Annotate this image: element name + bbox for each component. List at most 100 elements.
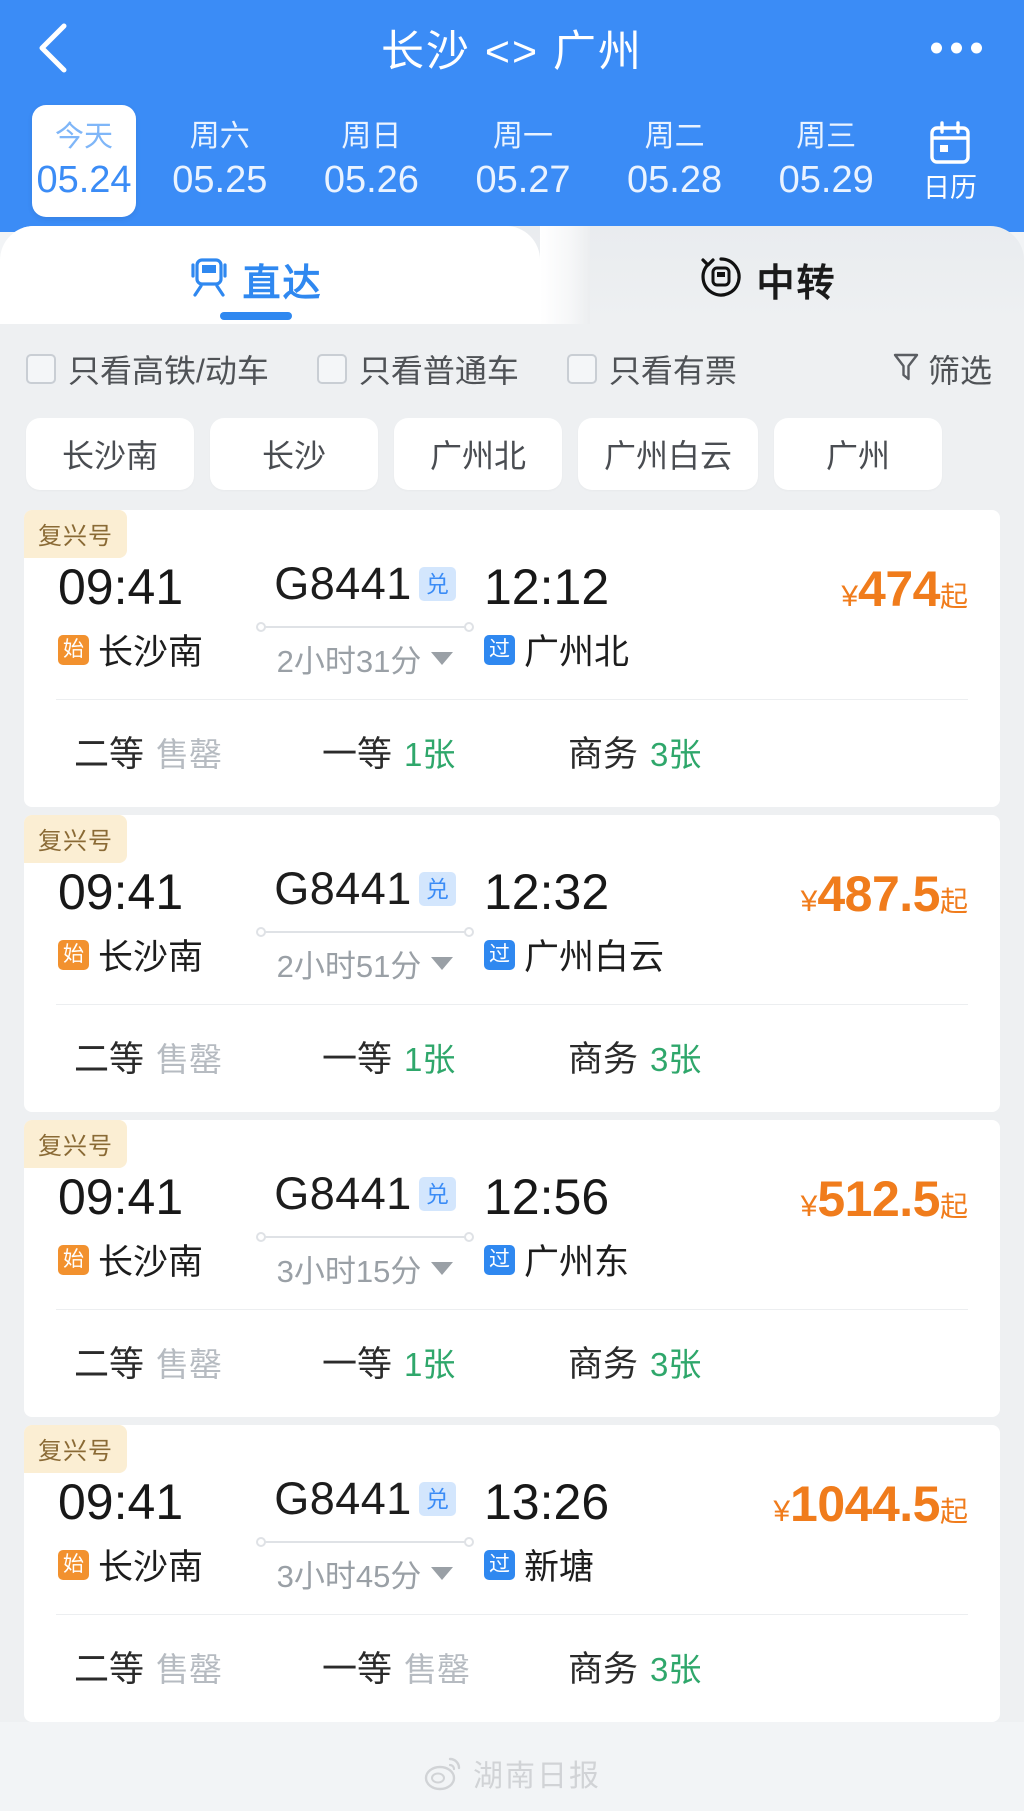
station-chip-2[interactable]: 广州北: [394, 418, 562, 490]
arrival-time: 12:12: [484, 559, 610, 615]
chevron-down-icon[interactable]: [431, 652, 454, 665]
arrival-station-line: 过 广州东: [484, 1234, 728, 1285]
departure-station-name: 长沙南: [98, 1243, 204, 1282]
station-chip-3[interactable]: 广州白云: [578, 418, 759, 490]
seat-first-class[interactable]: 一等 售罄: [322, 1641, 568, 1692]
checkbox-highspeed-label: 只看高铁/动车: [68, 353, 269, 389]
seat-row: 二等 售罄 一等 1张 商务 3张: [24, 1005, 1000, 1110]
checkbox-available[interactable]: 只看有票: [566, 346, 737, 392]
seat-first-class[interactable]: 一等 1张: [322, 1031, 568, 1082]
seat-second-class[interactable]: 二等 售罄: [74, 1336, 322, 1387]
date-dow: 今天: [54, 121, 113, 153]
app-root: 长沙 <> 广州 今天 05.24 周六 05.25 周日 05.26 周一 0…: [0, 0, 1024, 1811]
train-card[interactable]: 复兴号 09:41 始 长沙南 G8441 兑: [24, 1120, 1000, 1417]
seat-value: 3张: [650, 736, 702, 773]
train-number-line: G8441 兑: [252, 558, 478, 610]
price-column: ¥474起: [728, 556, 984, 618]
transfer-train-icon: [699, 255, 743, 304]
arrival-station-name: 广州白云: [524, 938, 665, 977]
seat-name: 一等: [322, 1345, 393, 1384]
duration-line[interactable]: 3小时45分: [252, 1551, 478, 1596]
seat-business-class[interactable]: 商务 3张: [568, 1336, 701, 1387]
price-suffix: 起: [939, 1191, 968, 1222]
departure-column: 09:41 始 长沙南: [40, 1166, 252, 1285]
departure-station-line: 始 长沙南: [58, 1234, 252, 1285]
train-card-main: 09:41 始 长沙南 G8441 兑 3小时45分 13:26 过 新塘 ¥1…: [24, 1425, 1000, 1600]
filter-button[interactable]: 筛选: [892, 346, 992, 392]
date-tab-4[interactable]: 周二 05.28: [599, 105, 751, 217]
date-dow: 周一: [492, 120, 553, 153]
seat-first-class[interactable]: 一等 1张: [322, 726, 568, 777]
route-line-graphic: [256, 925, 474, 939]
tab-direct[interactable]: 直达: [0, 226, 512, 324]
price-currency: ¥: [841, 580, 859, 613]
tab-transfer[interactable]: 中转: [512, 226, 1024, 324]
date-tab-2[interactable]: 周日 05.26: [296, 105, 448, 217]
calendar-button[interactable]: 日历: [902, 119, 998, 204]
chevron-down-icon[interactable]: [431, 1262, 454, 1275]
seat-first-class[interactable]: 一等 1张: [322, 1336, 568, 1387]
date-tab-5[interactable]: 周三 05.29: [750, 105, 902, 217]
seat-value: 3张: [650, 1346, 702, 1383]
date-tab-3[interactable]: 周一 05.27: [447, 105, 599, 217]
date-num: 05.24: [36, 159, 132, 201]
seat-business-class[interactable]: 商务 3张: [568, 1641, 701, 1692]
duration-line[interactable]: 2小时51分: [252, 941, 478, 986]
station-chip-row[interactable]: 长沙南 长沙 广州北 广州白云 广州: [0, 408, 1024, 510]
seat-business-class[interactable]: 商务 3张: [568, 1031, 701, 1082]
train-middle-column: G8441 兑 2小时51分: [252, 861, 478, 986]
funnel-icon: [892, 351, 920, 388]
checkbox-box-icon[interactable]: [26, 354, 56, 384]
route-line-graphic: [256, 1535, 474, 1549]
train-card[interactable]: 复兴号 09:41 始 长沙南 G8441 兑: [24, 815, 1000, 1112]
date-tab-today[interactable]: 今天 05.24: [32, 105, 136, 217]
arrival-station-line: 过 新塘: [484, 1539, 728, 1590]
checkbox-regular[interactable]: 只看普通车: [316, 346, 519, 392]
checkbox-box-icon[interactable]: [566, 354, 597, 384]
seat-business-class[interactable]: 商务 3张: [568, 726, 701, 777]
tab-panel: 直达 中转: [0, 226, 1024, 324]
price-amount: 1044.5: [790, 1476, 940, 1532]
date-num: 05.26: [323, 159, 419, 201]
train-list: 复兴号 09:41 始 长沙南 G8441 兑 2小时31分 12:12 过 广…: [0, 510, 1024, 1722]
exchange-badge: 兑: [418, 1177, 456, 1211]
train-number-line: G8441 兑: [252, 1168, 478, 1220]
seat-second-class[interactable]: 二等 售罄: [74, 726, 322, 777]
train-card[interactable]: 复兴号 09:41 始 长沙南 G8441 兑: [24, 1425, 1000, 1722]
seat-second-class[interactable]: 二等 售罄: [74, 1031, 322, 1082]
duration-line[interactable]: 2小时31分: [252, 636, 478, 681]
chevron-down-icon[interactable]: [431, 1567, 454, 1580]
seat-name: 二等: [74, 735, 145, 774]
departure-column: 09:41 始 长沙南: [40, 556, 252, 675]
seat-value: 1张: [404, 736, 456, 773]
price-column: ¥487.5起: [728, 861, 984, 923]
arrival-station-line: 过 广州白云: [484, 929, 728, 980]
checkbox-box-icon[interactable]: [316, 354, 347, 384]
more-horizontal-icon[interactable]: [931, 42, 982, 54]
train-middle-column: G8441 兑 3小时15分: [252, 1166, 478, 1291]
seat-second-class[interactable]: 二等 售罄: [74, 1641, 322, 1692]
chevron-left-icon[interactable]: [32, 18, 76, 78]
station-chip-1[interactable]: 长沙: [210, 418, 378, 490]
checkbox-highspeed[interactable]: 只看高铁/动车: [26, 346, 269, 392]
tab-direct-label: 直达: [242, 262, 323, 305]
seat-name: 一等: [322, 1650, 393, 1689]
departure-station-badge: 始: [58, 634, 89, 665]
chevron-down-icon[interactable]: [431, 957, 454, 970]
train-card[interactable]: 复兴号 09:41 始 长沙南 G8441 兑: [24, 510, 1000, 807]
price-suffix: 起: [939, 886, 968, 917]
price-column: ¥512.5起: [728, 1166, 984, 1228]
train-number: G8441: [274, 863, 412, 914]
checkbox-available-label: 只看有票: [608, 353, 737, 389]
seat-row: 二等 售罄 一等 1张 商务 3张: [24, 700, 1000, 805]
watermark-text: 湖南日报: [473, 1760, 601, 1793]
date-tab-1[interactable]: 周六 05.25: [144, 105, 296, 217]
arrival-station-name: 新塘: [524, 1548, 595, 1587]
train-card-main: 09:41 始 长沙南 G8441 兑 2小时31分 12:12 过 广州北 ¥…: [24, 510, 1000, 685]
price-amount: 512.5: [817, 1171, 940, 1227]
departure-column: 09:41 始 长沙南: [40, 861, 252, 980]
station-chip-0[interactable]: 长沙南: [26, 418, 194, 490]
arrival-column: 12:12 过 广州北: [478, 556, 728, 675]
station-chip-4[interactable]: 广州: [774, 418, 943, 490]
duration-line[interactable]: 3小时15分: [252, 1246, 478, 1291]
